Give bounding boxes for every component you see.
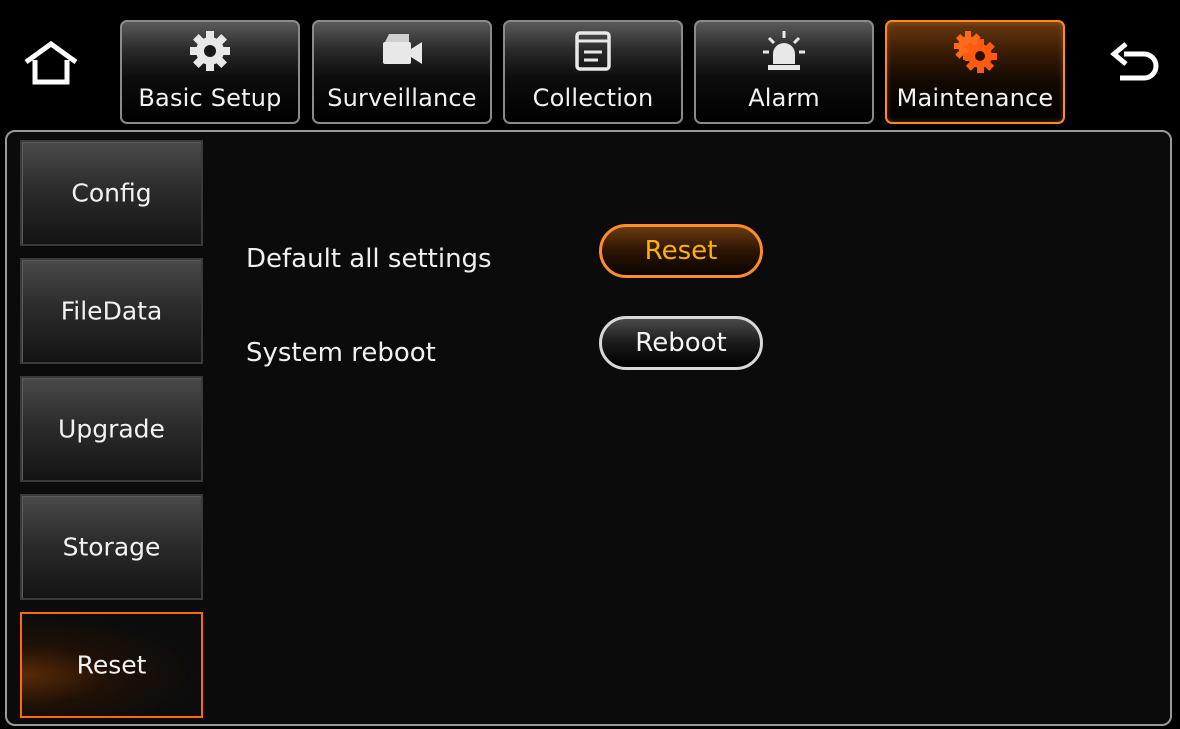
back-icon bbox=[1110, 42, 1159, 81]
home-icon bbox=[24, 40, 78, 85]
tab-maintenance[interactable]: Maintenance bbox=[885, 20, 1065, 124]
default-all-settings-label: Default all settings bbox=[246, 244, 492, 274]
reset-button[interactable]: Reset bbox=[599, 224, 763, 278]
tab-label: Maintenance bbox=[896, 84, 1054, 112]
gears-icon bbox=[954, 31, 997, 73]
window-icon bbox=[575, 31, 611, 71]
tab-alarm[interactable]: Alarm bbox=[694, 20, 874, 124]
gear-icon bbox=[190, 31, 230, 71]
sidebar-item-reset[interactable]: Reset bbox=[20, 612, 203, 718]
tab-basic-setup[interactable]: Basic Setup bbox=[120, 20, 300, 124]
sidebar-item-label: Upgrade bbox=[58, 414, 165, 444]
maintenance-screen: Basic Setup Surveillance Collection Alar… bbox=[0, 0, 1180, 729]
tab-label: Surveillance bbox=[327, 84, 477, 112]
tab-label: Alarm bbox=[748, 84, 820, 112]
sidebar-item-label: FileData bbox=[60, 296, 163, 326]
top-navigation-bar: Basic Setup Surveillance Collection Alar… bbox=[0, 0, 1180, 132]
tab-label: Collection bbox=[532, 84, 654, 112]
sidebar-item-label: Config bbox=[71, 178, 152, 208]
tab-label: Basic Setup bbox=[138, 84, 282, 112]
tab-collection[interactable]: Collection bbox=[503, 20, 683, 124]
reboot-button[interactable]: Reboot bbox=[599, 316, 763, 370]
home-button[interactable] bbox=[22, 38, 80, 88]
sidebar-item-filedata[interactable]: FileData bbox=[20, 258, 203, 364]
sidebar-item-config[interactable]: Config bbox=[20, 140, 203, 246]
tab-surveillance[interactable]: Surveillance bbox=[312, 20, 492, 124]
system-reboot-label: System reboot bbox=[246, 338, 436, 368]
alarm-light-icon bbox=[763, 31, 805, 70]
camera-icon bbox=[383, 34, 422, 64]
sidebar-item-upgrade[interactable]: Upgrade bbox=[20, 376, 203, 482]
back-button[interactable] bbox=[1106, 38, 1162, 88]
sidebar-item-label: Reset bbox=[76, 650, 147, 680]
sidebar-item-label: Storage bbox=[62, 532, 161, 562]
main-panel: Config FileData Upgrade Storage Reset De… bbox=[5, 130, 1172, 726]
sidebar-item-storage[interactable]: Storage bbox=[20, 494, 203, 600]
